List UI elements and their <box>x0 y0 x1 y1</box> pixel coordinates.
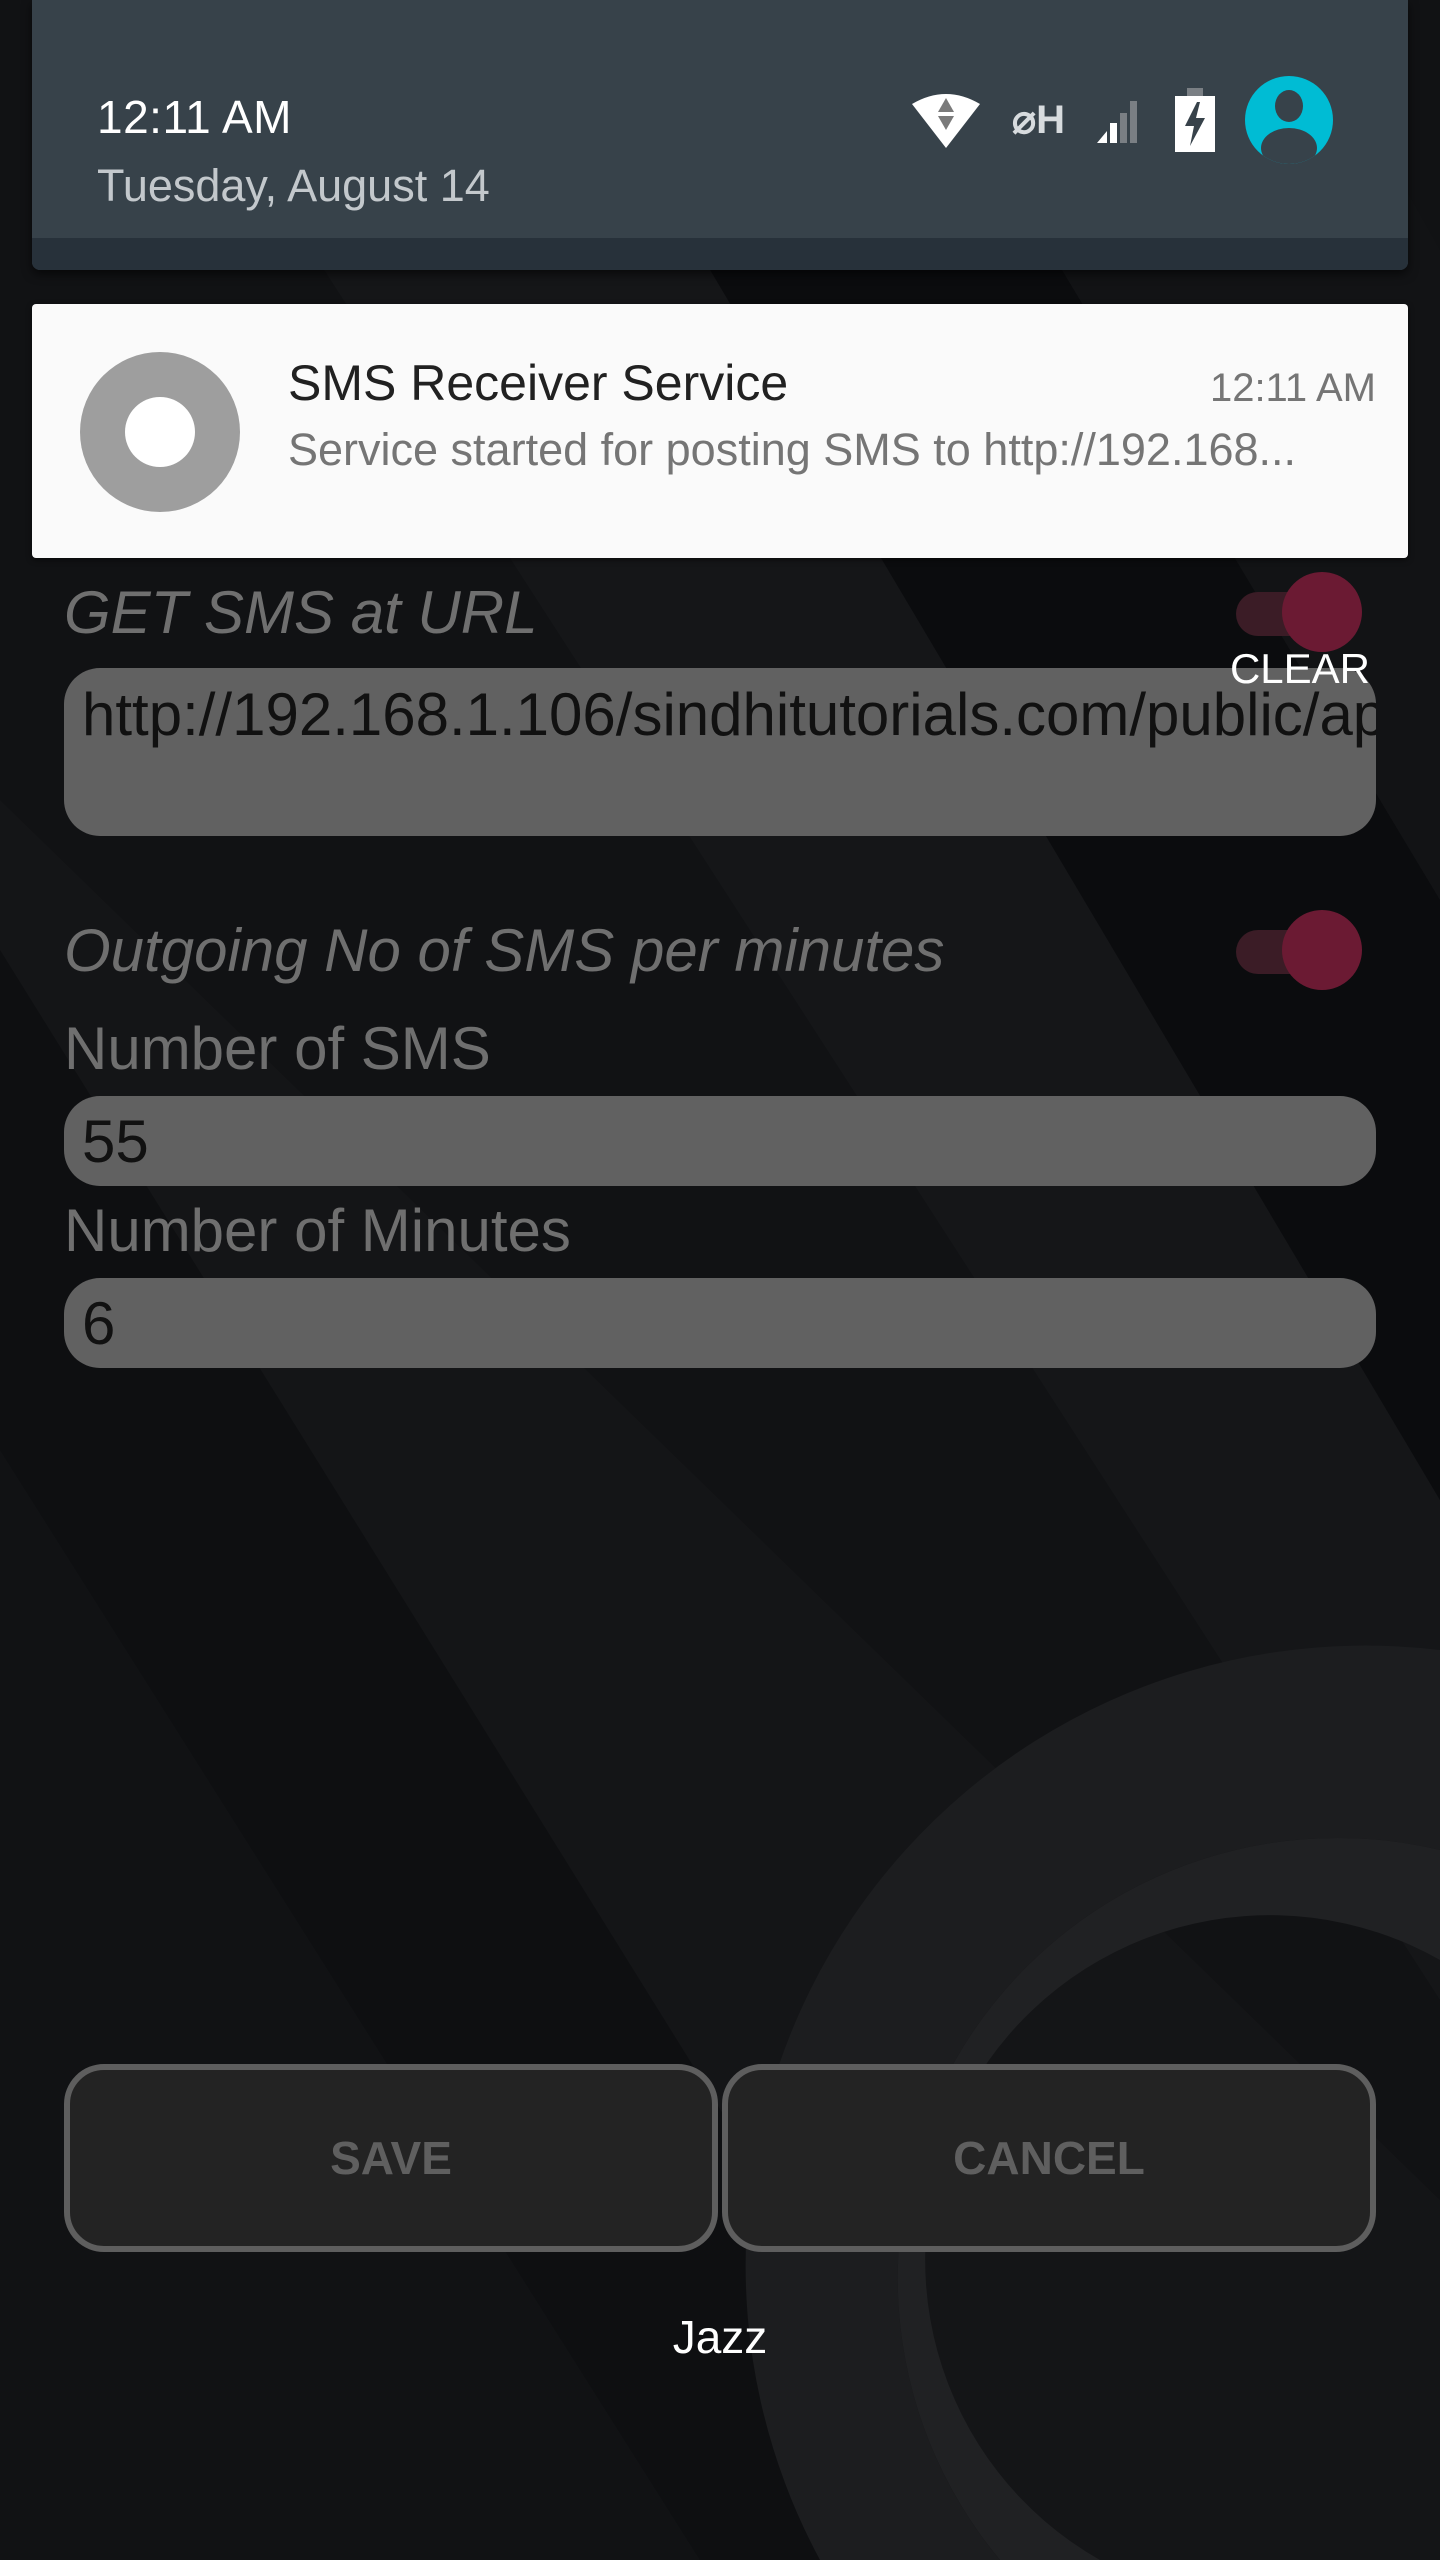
service-ring-icon <box>80 352 240 512</box>
notification-time: 12:11 AM <box>1209 366 1376 410</box>
notification-title: SMS Receiver Service <box>288 355 789 411</box>
notification-shade-header: 12:11 AM Tuesday, August 14 ⌀H <box>32 0 1408 270</box>
wifi-data-icon <box>910 90 982 150</box>
service-ring-center <box>125 397 195 467</box>
get-sms-toggle[interactable] <box>1230 572 1362 652</box>
number-of-sms-label: Number of SMS <box>64 1015 491 1082</box>
number-of-sms-input[interactable]: 55 <box>64 1096 1376 1186</box>
toggle-thumb <box>1282 910 1362 990</box>
url-input[interactable]: http://192.168.1.106/sindhitutorials.com… <box>64 668 1376 836</box>
number-of-minutes-input[interactable]: 6 <box>64 1278 1376 1368</box>
outgoing-toggle[interactable] <box>1230 910 1362 990</box>
get-sms-label: GET SMS at URL <box>64 579 538 646</box>
clock-date[interactable]: Tuesday, August 14 <box>97 160 490 212</box>
status-icons: ⌀H <box>910 75 1333 165</box>
cell-signal-icon <box>1095 95 1145 145</box>
save-button[interactable]: SAVE <box>64 2064 718 2252</box>
cancel-button[interactable]: CANCEL <box>722 2064 1376 2252</box>
notification-text: Service started for posting SMS to http:… <box>288 424 1297 475</box>
shade-divider <box>32 238 1408 270</box>
clock-time: 12:11 AM <box>97 91 292 143</box>
user-avatar-icon[interactable] <box>1245 76 1333 164</box>
clear-button[interactable]: CLEAR <box>1230 645 1370 693</box>
toggle-thumb <box>1282 572 1362 652</box>
carrier-label: Jazz <box>672 2311 768 2363</box>
number-of-minutes-label: Number of Minutes <box>64 1197 571 1264</box>
notification-card[interactable]: SMS Receiver Service 12:11 AM Service st… <box>32 304 1408 558</box>
data-disabled-h-icon: ⌀H <box>1012 98 1065 142</box>
outgoing-label: Outgoing No of SMS per minutes <box>64 917 945 984</box>
battery-charging-icon <box>1175 88 1215 152</box>
